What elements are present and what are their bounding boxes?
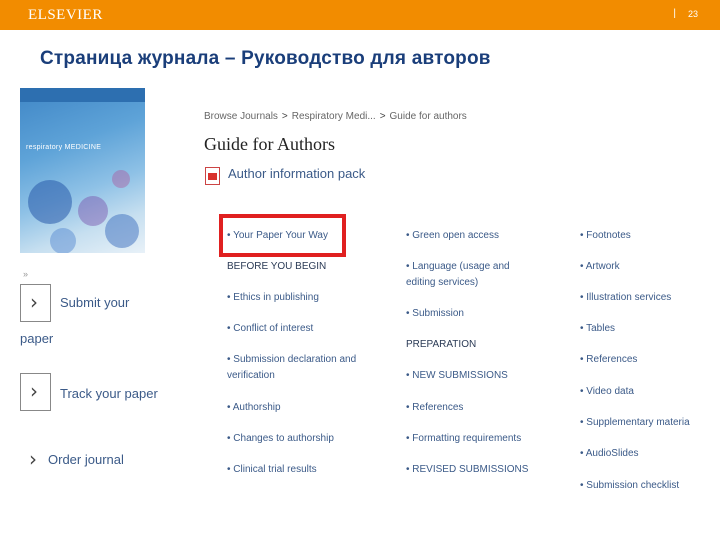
- page-number: 23: [687, 9, 698, 19]
- toc-submission[interactable]: • Submission: [406, 306, 464, 321]
- toc-conflict-of-interest[interactable]: • Conflict of interest: [227, 321, 313, 336]
- chevron-right-icon: ›: [30, 290, 38, 314]
- toc-ethics[interactable]: • Ethics in publishing: [227, 290, 319, 305]
- order-journal-link[interactable]: Order journal: [48, 452, 124, 467]
- journal-cover-image[interactable]: respiratory MEDICINE: [20, 88, 145, 253]
- toc-video-data[interactable]: • Video data: [580, 384, 634, 399]
- cover-cell: [50, 228, 76, 253]
- track-paper-label[interactable]: Track your paper: [60, 386, 158, 401]
- submit-paper-button[interactable]: ›: [20, 284, 51, 322]
- toc-heading-preparation[interactable]: PREPARATION: [406, 337, 476, 352]
- toc-references[interactable]: • References: [406, 400, 463, 415]
- breadcrumb: Browse Journals > Respiratory Medi... > Guid…: [204, 111, 467, 122]
- toc-tables[interactable]: • Tables: [580, 321, 615, 336]
- submit-paper-label-line1[interactable]: Submit your: [60, 295, 129, 310]
- author-information-pack-link[interactable]: Author information pack: [228, 166, 365, 181]
- elsevier-logo: ELSEVIER: [28, 7, 103, 23]
- submit-paper-label-line2[interactable]: paper: [20, 331, 53, 346]
- breadcrumb-current: Guide for authors: [389, 111, 467, 122]
- breadcrumb-journal[interactable]: Respiratory Medi...: [292, 111, 376, 122]
- toc-submission-declaration[interactable]: • Submission declaration and: [227, 352, 356, 367]
- toc-revised-submissions[interactable]: • REVISED SUBMISSIONS: [406, 462, 528, 477]
- cover-caption-mark: »: [23, 269, 29, 279]
- toc-green-open-access[interactable]: • Green open access: [406, 228, 499, 243]
- toc-new-submissions[interactable]: • NEW SUBMISSIONS: [406, 368, 508, 383]
- toc-supplementary-material[interactable]: • Supplementary materia: [580, 415, 716, 430]
- cover-cell: [112, 170, 130, 188]
- toc-submission-checklist[interactable]: • Submission checklist: [580, 478, 679, 493]
- cover-top-band: [20, 88, 145, 102]
- breadcrumb-browse-journals[interactable]: Browse Journals: [204, 111, 278, 122]
- breadcrumb-separator: >: [281, 111, 288, 122]
- track-paper-button[interactable]: ›: [20, 373, 51, 411]
- toc-heading-before-you-begin[interactable]: BEFORE YOU BEGIN: [227, 259, 326, 274]
- toc-audioslides[interactable]: • AudioSlides: [580, 446, 639, 461]
- toc-authorship[interactable]: • Authorship: [227, 400, 281, 415]
- pdf-icon: [205, 167, 220, 185]
- toc-footnotes[interactable]: • Footnotes: [580, 228, 631, 243]
- chevron-right-icon[interactable]: ›: [29, 447, 37, 471]
- guide-title: Guide for Authors: [204, 134, 335, 154]
- header-bar: ELSEVIER | 23: [0, 0, 720, 30]
- cover-cell: [78, 196, 108, 226]
- chevron-right-icon: ›: [30, 379, 38, 403]
- highlight-box: [219, 214, 346, 257]
- toc-formatting-requirements[interactable]: • Formatting requirements: [406, 431, 521, 446]
- toc-language[interactable]: • Language (usage and: [406, 259, 510, 274]
- cover-title: respiratory MEDICINE: [26, 144, 102, 151]
- toc-references-2[interactable]: • References: [580, 352, 637, 367]
- toc-changes-to-authorship[interactable]: • Changes to authorship: [227, 431, 334, 446]
- breadcrumb-separator: >: [379, 111, 386, 122]
- toc-submission-declaration-cont[interactable]: verification: [227, 368, 275, 383]
- toc-clinical-trial-results[interactable]: • Clinical trial results: [227, 462, 317, 477]
- toc-language-cont[interactable]: editing services): [406, 275, 478, 290]
- toc-artwork[interactable]: • Artwork: [580, 259, 620, 274]
- slide-title: Страница журнала – Руководство для автор…: [40, 48, 491, 69]
- cover-cell: [105, 214, 139, 248]
- toc-illustration-services[interactable]: • Illustration services: [580, 290, 671, 305]
- page-separator: |: [673, 8, 676, 19]
- cover-cell: [28, 180, 72, 224]
